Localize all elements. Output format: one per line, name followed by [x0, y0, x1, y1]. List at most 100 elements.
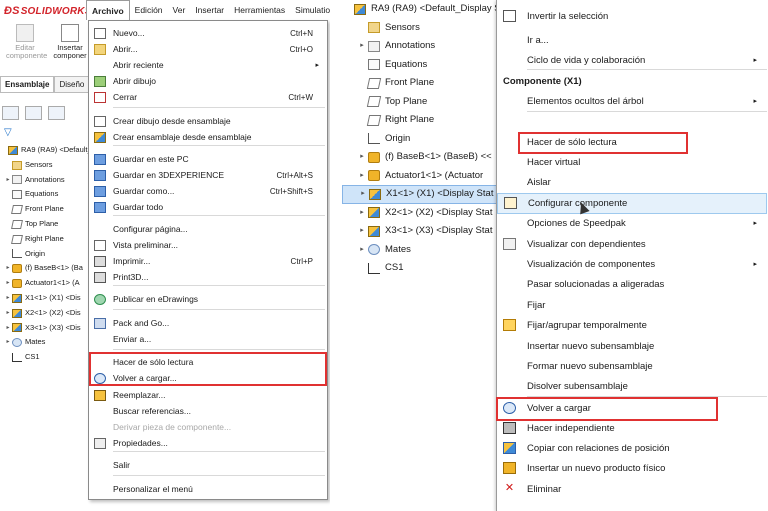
menu-ver[interactable]: Ver [168, 0, 191, 20]
archivo-menu-item[interactable]: Abrir reciente ▸ [89, 57, 327, 73]
tree-node[interactable]: Front Plane [0, 202, 92, 217]
context-menu-item[interactable]: Visualizar con dependientes [497, 234, 767, 255]
tree-node[interactable]: ▸ X3<1> (X3) <Display Stat [342, 222, 502, 241]
filter-icon[interactable]: ▽ [4, 127, 12, 138]
context-menu-item[interactable]: Hacer virtual [497, 152, 767, 173]
tree-node[interactable]: Sensors [0, 158, 92, 173]
context-menu-item[interactable]: Configurar componente [497, 193, 767, 214]
tree-node[interactable]: ▸ (f) BaseB<1> (Ba [0, 261, 92, 276]
expand-arrow-icon[interactable]: ▸ [4, 261, 12, 276]
expand-arrow-icon[interactable]: ▸ [356, 222, 368, 241]
archivo-menu-item[interactable]: Imprimir... Ctrl+P [89, 253, 327, 269]
context-menu-item[interactable]: ✕ Eliminar [497, 479, 767, 500]
archivo-menu-item[interactable]: Configurar página... [89, 221, 327, 237]
archivo-menu-item[interactable]: Print3D... [89, 269, 327, 285]
context-menu-item[interactable]: Ir a... [497, 30, 767, 51]
tree-node[interactable]: ▸ X3<1> (X3) <Dis [0, 321, 92, 336]
archivo-menu-item[interactable]: Abrir dibujo [89, 73, 327, 89]
config-manager-icon[interactable] [48, 106, 65, 120]
tab-ensamblaje[interactable]: Ensamblaje [0, 76, 55, 92]
tree-node[interactable]: Equations [342, 56, 502, 75]
tree-node[interactable]: ▸ X1<1> (X1) <Dis [0, 291, 92, 306]
expand-arrow-icon[interactable]: ▸ [4, 291, 12, 306]
context-menu-item[interactable]: Hacer de sólo lectura [497, 132, 767, 153]
expand-arrow-icon[interactable]: ▸ [356, 241, 368, 260]
tree-node[interactable]: ▸ Actuator1<1> (Actuator [342, 167, 502, 186]
archivo-menu-item[interactable]: Salir [89, 457, 327, 473]
expand-arrow-icon[interactable]: ▸ [4, 173, 12, 188]
context-menu-item[interactable]: Aislar [497, 172, 767, 193]
edit-component-button[interactable]: Editar componente [6, 24, 47, 60]
context-menu-item[interactable]: Volver a cargar [497, 398, 767, 419]
tree-node[interactable]: ▸ Annotations [0, 173, 92, 188]
tree-node[interactable]: Equations [0, 187, 92, 202]
menu-herramientas[interactable]: Herramientas [229, 0, 290, 20]
context-menu-item[interactable]: Invertir la selección [497, 6, 767, 27]
tree-node[interactable]: RA9 (RA9) <Default_Display S [342, 0, 502, 19]
archivo-menu-item[interactable]: Buscar referencias... [89, 403, 327, 419]
expand-arrow-icon[interactable]: ▸ [4, 306, 12, 321]
archivo-menu-item[interactable]: Pack and Go... [89, 315, 327, 331]
archivo-menu-item[interactable]: Guardar todo [89, 199, 327, 215]
archivo-menu-item[interactable]: Propiedades... [89, 435, 327, 451]
tree-node[interactable]: ▸ Annotations [342, 37, 502, 56]
archivo-menu-item[interactable]: Personalizar el menú [89, 481, 327, 497]
context-menu-item[interactable]: Insertar nuevo subensamblaje [497, 336, 767, 357]
archivo-menu-item[interactable]: Nuevo... Ctrl+N [89, 25, 327, 41]
property-manager-icon[interactable] [25, 106, 42, 120]
expand-arrow-icon[interactable]: ▸ [356, 167, 368, 186]
archivo-menu-item[interactable]: Abrir... Ctrl+O [89, 41, 327, 57]
expand-arrow-icon[interactable]: ▸ [356, 37, 368, 56]
insert-component-button[interactable]: Insertar componer [50, 24, 90, 60]
tree-node[interactable]: Origin [342, 130, 502, 149]
menu-edicion[interactable]: Edición [130, 0, 168, 20]
context-menu-item[interactable]: Hacer independiente [497, 418, 767, 439]
tree-node[interactable]: ▸ Mates [342, 241, 502, 260]
tree-node[interactable]: ▸ X1<1> (X1) <Display Stat [342, 185, 502, 204]
archivo-menu-item[interactable]: Cerrar Ctrl+W [89, 89, 327, 105]
tree-node[interactable]: ▸ Mates [0, 335, 92, 350]
context-menu-item[interactable]: Fijar/agrupar temporalmente [497, 315, 767, 336]
tree-node[interactable]: CS1 [0, 350, 92, 365]
archivo-menu-item[interactable]: Crear dibujo desde ensamblaje [89, 113, 327, 129]
expand-arrow-icon[interactable]: ▸ [4, 335, 12, 350]
expand-arrow-icon[interactable]: ▸ [356, 148, 368, 167]
context-menu-item[interactable]: Copiar con relaciones de posición [497, 438, 767, 459]
menu-insertar[interactable]: Insertar [190, 0, 229, 20]
tree-node[interactable]: ▸ X2<1> (X2) <Display Stat [342, 204, 502, 223]
context-menu-item[interactable]: Insertar un nuevo producto físico [497, 458, 767, 479]
tree-node[interactable]: Top Plane [0, 217, 92, 232]
context-menu-item[interactable]: Opciones de Speedpak ▸ [497, 213, 767, 234]
archivo-menu-item[interactable]: Guardar en este PC [89, 151, 327, 167]
archivo-menu-item[interactable]: Vista preliminar... [89, 237, 327, 253]
tree-node[interactable]: Top Plane [342, 93, 502, 112]
context-menu-item[interactable]: Formar nuevo subensamblaje [497, 356, 767, 377]
tree-node[interactable]: ▸ (f) BaseB<1> (BaseB) << [342, 148, 502, 167]
archivo-menu-item[interactable]: Guardar como... Ctrl+Shift+S [89, 183, 327, 199]
feature-manager-icon[interactable] [2, 106, 19, 120]
tree-node[interactable]: Sensors [342, 19, 502, 38]
menu-archivo[interactable]: Archivo [86, 0, 130, 20]
archivo-menu-item[interactable]: Publicar en eDrawings [89, 291, 327, 307]
expand-arrow-icon[interactable]: ▸ [4, 321, 12, 336]
context-menu-item[interactable]: Elementos ocultos del árbol ▸ [497, 91, 767, 112]
expand-arrow-icon[interactable]: ▸ [4, 276, 12, 291]
expand-arrow-icon[interactable]: ▸ [357, 185, 369, 204]
tree-node[interactable]: Right Plane [0, 232, 92, 247]
archivo-menu-item[interactable]: Crear ensamblaje desde ensamblaje [89, 129, 327, 145]
tab-diseno[interactable]: Diseño [54, 76, 90, 92]
tree-node[interactable]: Front Plane [342, 74, 502, 93]
tree-node[interactable]: RA9 (RA9) <Default_ [0, 143, 92, 158]
expand-arrow-icon[interactable]: ▸ [356, 204, 368, 223]
archivo-menu-item[interactable]: Hacer de sólo lectura [89, 354, 327, 370]
archivo-menu-item[interactable]: Guardar en 3DEXPERIENCE Ctrl+Alt+S [89, 167, 327, 183]
tree-node[interactable]: ▸ X2<1> (X2) <Dis [0, 306, 92, 321]
context-menu-item[interactable]: Fijar [497, 295, 767, 316]
tree-node[interactable]: ▸ Actuator1<1> (A [0, 276, 92, 291]
context-menu-item[interactable]: Disolver subensamblaje [497, 376, 767, 397]
context-menu-item[interactable]: Pasar solucionadas a aligeradas [497, 274, 767, 295]
tree-node[interactable]: Origin [0, 247, 92, 262]
tree-node[interactable]: Right Plane [342, 111, 502, 130]
tree-node[interactable]: CS1 [342, 259, 502, 278]
context-menu-item[interactable]: Visualización de componentes ▸ [497, 254, 767, 275]
